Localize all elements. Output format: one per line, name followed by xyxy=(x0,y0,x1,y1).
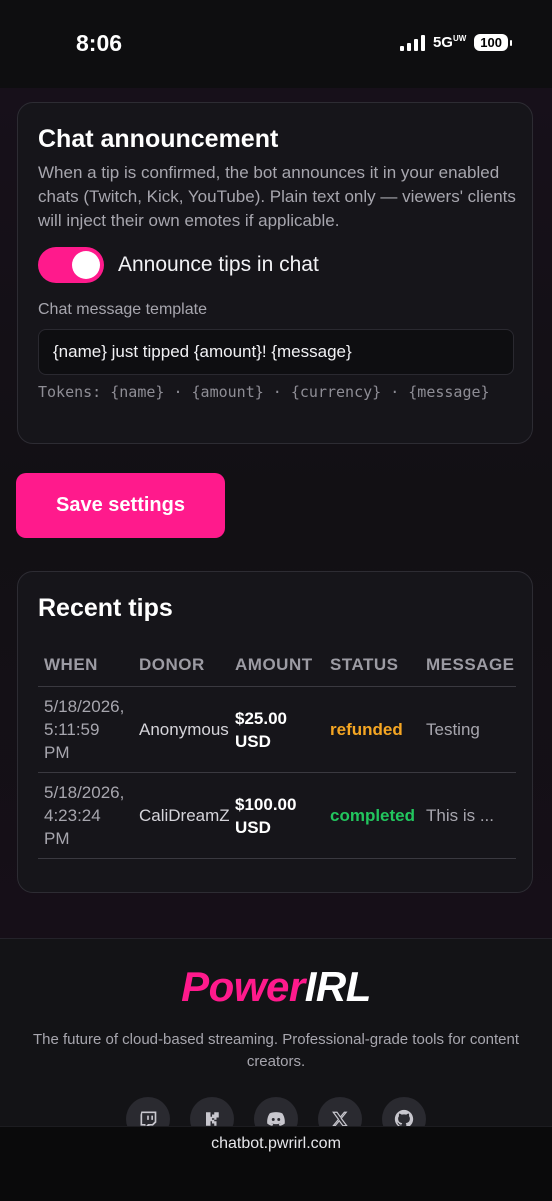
tip-donor: CaliDreamZ xyxy=(133,772,229,859)
recent-tips-table: WHEN DONOR AMOUNT STATUS MESSAGE 5/18/20… xyxy=(38,644,516,859)
toggle-knob xyxy=(72,251,100,279)
announce-toggle-row[interactable]: Announce tips in chat xyxy=(38,247,319,283)
logo-part-irl: IRL xyxy=(304,963,372,1010)
template-input[interactable] xyxy=(38,329,514,375)
tip-when: 5/18/2026, 4:23:24 PM xyxy=(38,772,133,859)
header-when: WHEN xyxy=(38,644,133,687)
tip-amount: $25.00 USD xyxy=(229,686,324,773)
header-message: MESSAGE xyxy=(420,644,516,687)
chat-announcement-title: Chat announcement xyxy=(38,125,279,153)
template-label: Chat message template xyxy=(38,301,207,318)
tip-when: 5/18/2026, 5:11:59 PM xyxy=(38,686,133,773)
signal-icon xyxy=(399,34,425,51)
status-time: 8:06 xyxy=(76,30,123,56)
tip-status: completed xyxy=(324,772,420,859)
tip-amount: $100.00 USD xyxy=(229,772,324,859)
tip-message: This is ... xyxy=(420,772,516,859)
chat-announcement-description: When a tip is confirmed, the bot announc… xyxy=(38,163,516,230)
powerirl-logo[interactable]: PowerIRL xyxy=(0,963,552,1011)
status-right: 5GUW 100 xyxy=(399,34,512,51)
header-amount: AMOUNT xyxy=(229,644,324,687)
table-header-row: WHEN DONOR AMOUNT STATUS MESSAGE xyxy=(38,644,516,687)
table-row: 5/18/2026, 4:23:24 PM CaliDreamZ $100.00… xyxy=(38,772,516,859)
status-bar: 8:06 5GUW 100 xyxy=(0,0,552,88)
save-settings-button[interactable]: Save settings xyxy=(16,473,225,538)
browser-url-bar[interactable]: chatbot.pwrirl.com xyxy=(0,1126,552,1201)
tip-message: Testing xyxy=(420,686,516,773)
tip-status: refunded xyxy=(324,686,420,773)
tip-donor: Anonymous xyxy=(133,686,229,773)
tokens-hint: Tokens: {name} · {amount} · {currency} ·… xyxy=(38,383,490,401)
page-content: Chat announcement When a tip is confirme… xyxy=(0,88,552,938)
recent-tips-title: Recent tips xyxy=(38,594,173,622)
header-status: STATUS xyxy=(324,644,420,687)
battery-icon: 100 xyxy=(474,34,512,51)
announce-tips-toggle[interactable] xyxy=(38,247,104,283)
chat-announcement-card: Chat announcement When a tip is confirme… xyxy=(17,102,533,444)
table-row: 5/18/2026, 5:11:59 PM Anonymous $25.00 U… xyxy=(38,686,516,773)
recent-tips-card: Recent tips WHEN DONOR AMOUNT STATUS MES… xyxy=(17,571,533,893)
network-type: 5GUW xyxy=(432,34,467,51)
url-text[interactable]: chatbot.pwrirl.com xyxy=(0,1135,552,1153)
footer-tagline: The future of cloud-based streaming. Pro… xyxy=(32,1031,520,1070)
header-donor: DONOR xyxy=(133,644,229,687)
logo-part-power: Power xyxy=(181,963,305,1010)
announce-tips-label: Announce tips in chat xyxy=(118,253,319,276)
